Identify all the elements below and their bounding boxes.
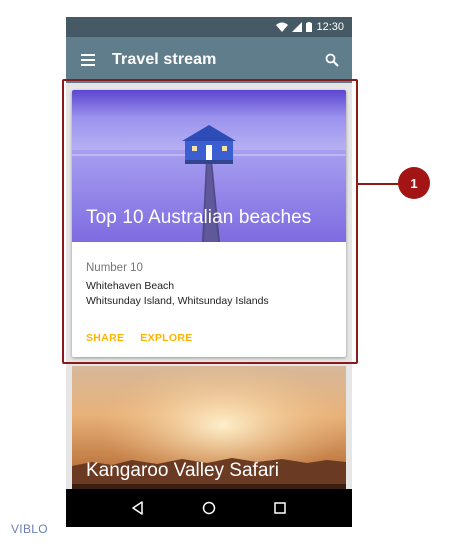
- annotation-badge: 1: [398, 167, 430, 199]
- battery-icon: [306, 22, 313, 32]
- wifi-icon: [276, 22, 289, 32]
- search-icon[interactable]: [312, 37, 352, 83]
- menu-icon[interactable]: [66, 37, 110, 83]
- watermark: VIBLO: [11, 522, 48, 536]
- safari-card-title: Kangaroo Valley Safari: [86, 460, 279, 481]
- status-bar: 12:30: [66, 17, 352, 37]
- app-bar: Travel stream: [66, 37, 352, 83]
- back-icon[interactable]: [123, 493, 153, 523]
- safari-card-image: [72, 366, 346, 506]
- recents-icon[interactable]: [265, 493, 295, 523]
- annotation-connector: [358, 183, 400, 185]
- signal-icon: [292, 22, 303, 32]
- home-icon[interactable]: [194, 493, 224, 523]
- card-highlight-box: [62, 79, 358, 364]
- navigation-bar: [66, 489, 352, 527]
- safari-card[interactable]: Kangaroo Valley Safari: [72, 366, 346, 506]
- status-time: 12:30: [316, 21, 344, 33]
- app-title: Travel stream: [112, 51, 217, 68]
